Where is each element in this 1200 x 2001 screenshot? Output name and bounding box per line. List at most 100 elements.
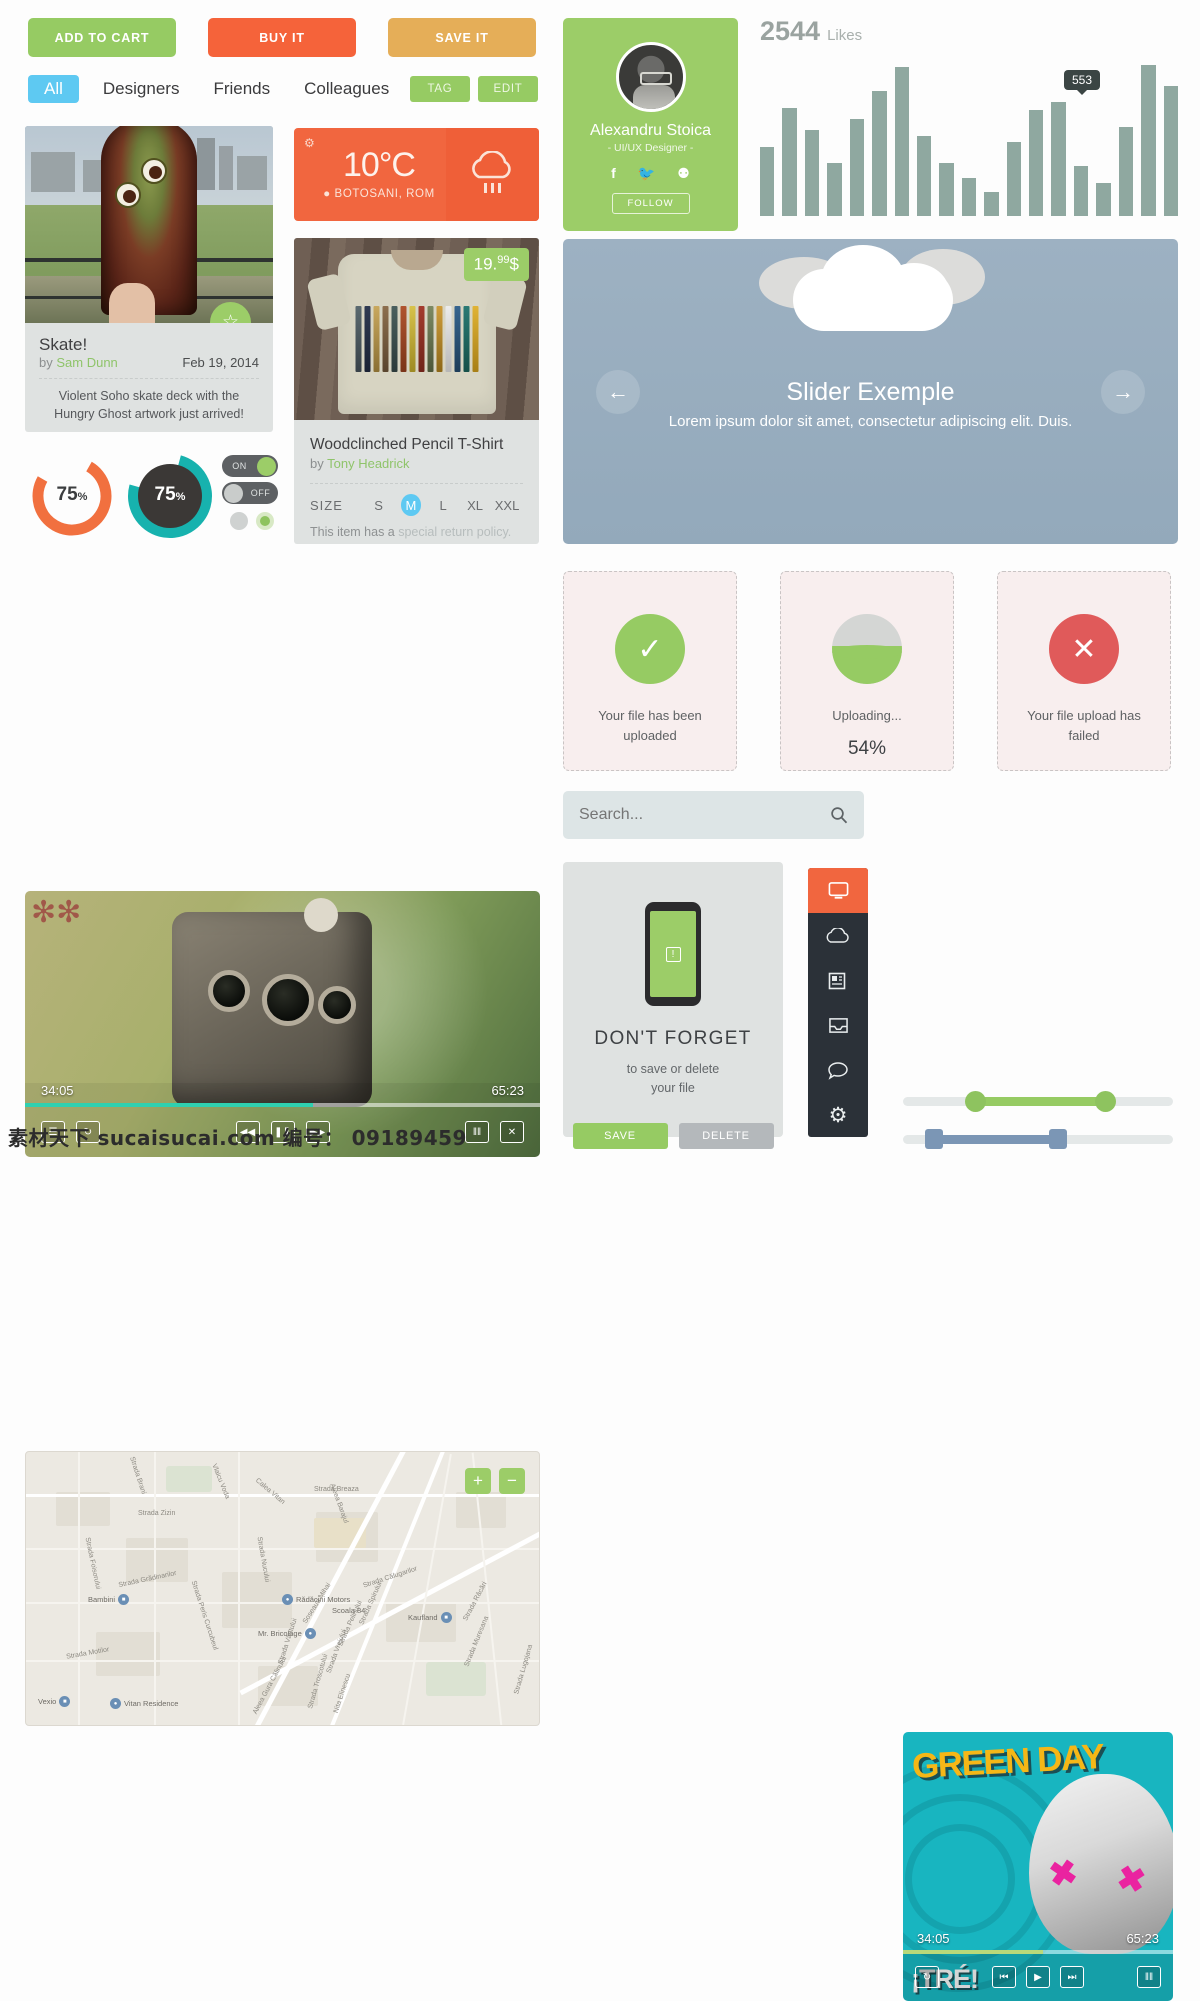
previous-icon[interactable]: ⏮	[992, 1966, 1016, 1988]
twitter-icon[interactable]: 🐦	[638, 165, 655, 182]
arrow-right-icon[interactable]: →	[1101, 369, 1145, 414]
range-knob-green-start[interactable]	[965, 1091, 987, 1112]
nav-item-cloud[interactable]	[808, 913, 868, 958]
nav-item-settings[interactable]: ⚙	[808, 1093, 868, 1137]
map-label: Strada Peris Curcubeul	[189, 1580, 219, 1651]
tab-designers[interactable]: Designers	[93, 75, 190, 103]
add-to-cart-button[interactable]: ADD TO CART	[28, 18, 176, 57]
gear-icon[interactable]: ⚙	[304, 136, 315, 150]
size-m[interactable]: M	[400, 494, 422, 516]
slider-banner[interactable]: Slider Exemple Lorem ipsum dolor sit ame…	[563, 239, 1178, 544]
next-icon[interactable]: ⏭	[1060, 1966, 1084, 1988]
poi-pin-icon: ■	[118, 1594, 130, 1605]
map-label: Strada Brani	[128, 1455, 147, 1496]
skate-description: Violent Soho skate deck with the Hungry …	[54, 389, 244, 422]
weather-widget[interactable]: ⚙ 10°C ● BOTOSANI, ROM	[294, 128, 539, 221]
equalizer-icon[interactable]: ‖‖	[465, 1121, 489, 1143]
toggle-on[interactable]: ON	[222, 455, 278, 477]
range-slider-blue[interactable]	[903, 1129, 1173, 1149]
toggle-on-label: ON	[232, 461, 247, 471]
toggle-off[interactable]: OFF	[222, 482, 278, 504]
size-xl[interactable]: XL	[459, 498, 491, 513]
map-label: Nita Elinescu	[332, 1672, 353, 1715]
map-widget[interactable]: Strada Breaza Strada Zizin Strada Brani …	[25, 1451, 540, 1726]
delete-button[interactable]: DELETE	[678, 1122, 774, 1149]
size-l[interactable]: L	[427, 498, 459, 513]
save-it-button[interactable]: SAVE IT	[388, 18, 536, 57]
equalizer-icon[interactable]: ‖‖	[1137, 1966, 1161, 1988]
chart-bar[interactable]	[782, 107, 797, 216]
size-xxl[interactable]: XXL	[491, 498, 523, 513]
close-icon[interactable]: ✕	[500, 1121, 524, 1143]
add-to-cart-label: ADD TO CART	[54, 30, 150, 45]
repeat-icon[interactable]: ↻	[915, 1966, 939, 1988]
search-bar[interactable]	[563, 791, 864, 839]
play-icon[interactable]: ▶	[1026, 1966, 1050, 1988]
tab-colleagues[interactable]: Colleagues	[294, 75, 399, 103]
range-slider-green[interactable]	[903, 1091, 1173, 1112]
tshirt-card[interactable]: 19.99$ Woodclinched Pencil T-Shirt by To…	[294, 238, 539, 544]
chart-bar[interactable]	[872, 90, 887, 216]
tag-button[interactable]: TAG	[410, 76, 470, 102]
return-policy-link[interactable]: special return policy.	[398, 525, 511, 539]
profile-card: Alexandru Stoica - UI/UX Designer - f 🐦 …	[563, 18, 738, 231]
map-zoom-in-button[interactable]: +	[465, 1468, 491, 1494]
size-s[interactable]: S	[363, 498, 395, 513]
range-knob-blue-end[interactable]	[1048, 1129, 1067, 1149]
chart-bar[interactable]	[1006, 141, 1022, 216]
chart-bar[interactable]	[916, 136, 932, 216]
chart-bar[interactable]	[1073, 166, 1089, 216]
size-selector[interactable]: SIZE S M L XL XXL	[310, 494, 523, 516]
chart-bar[interactable]	[804, 129, 820, 216]
size-label: SIZE	[310, 497, 343, 513]
arrow-left-icon[interactable]: ←	[596, 369, 640, 414]
chart-bar[interactable]	[1096, 182, 1111, 216]
skate-author: by Sam Dunn	[39, 355, 118, 370]
price-tag: 19.99$	[463, 248, 529, 281]
author-name[interactable]: Sam Dunn	[56, 355, 117, 370]
chart-bar[interactable]	[1118, 127, 1134, 216]
news-icon	[828, 972, 846, 989]
skate-card[interactable]: ☆ Skate! by Sam Dunn Feb 19, 2014 Violen…	[25, 126, 273, 432]
nav-item-inbox[interactable]	[808, 1003, 868, 1048]
dribbble-icon[interactable]: ⚉	[677, 165, 690, 182]
tab-friends[interactable]: Friends	[203, 75, 280, 103]
tab-all-label: All	[44, 79, 63, 98]
chart-bar[interactable]	[1163, 86, 1179, 216]
tab-all[interactable]: All	[28, 75, 79, 103]
nav-item-monitor[interactable]	[808, 868, 868, 913]
toggle-off-knob[interactable]	[224, 483, 243, 503]
chart-bar[interactable]	[1141, 65, 1156, 216]
chart-bar[interactable]	[1029, 109, 1044, 216]
facebook-icon[interactable]: f	[611, 165, 616, 182]
follow-button[interactable]: FOLLOW	[611, 193, 690, 214]
foliage-decor: ✻✻	[31, 896, 82, 929]
chart-bar[interactable]	[984, 191, 999, 216]
map-zoom-out-button[interactable]: −	[499, 1468, 525, 1494]
radio-unselected[interactable]	[230, 512, 248, 530]
chart-bar[interactable]	[1051, 101, 1066, 216]
alert-icon: !	[665, 946, 681, 962]
music-player[interactable]: GREEN DAY ✖ ✖ ¡TRÉ! 34:05 65:23 ↻ ⏮ ▶ ⏭ …	[903, 1732, 1173, 2001]
range-knob-blue-start[interactable]	[924, 1129, 943, 1149]
tshirt-author-name[interactable]: Tony Headrick	[327, 456, 409, 471]
video-player[interactable]: ✻✻ 34:05 65:23 ☰ ↻ ◀◀ ❚❚ ▶▶ ‖‖ ✕	[25, 891, 540, 1157]
tshirt-author: by Tony Headrick	[310, 456, 410, 471]
radio-selected[interactable]	[256, 512, 274, 530]
search-icon[interactable]	[830, 806, 848, 824]
search-input[interactable]	[579, 806, 830, 824]
chart-bar[interactable]	[849, 118, 865, 216]
nav-item-chat[interactable]	[808, 1048, 868, 1093]
range-knob-green-end[interactable]	[1094, 1091, 1116, 1112]
buy-it-button[interactable]: BUY IT	[208, 18, 356, 57]
likes-word: Likes	[827, 27, 863, 44]
chart-bar[interactable]	[961, 178, 977, 216]
chart-bar[interactable]	[939, 162, 954, 216]
save-button[interactable]: SAVE	[572, 1122, 668, 1149]
chart-bar[interactable]	[760, 147, 775, 216]
chart-bar[interactable]	[894, 66, 909, 216]
nav-item-news[interactable]	[808, 958, 868, 1003]
chart-bar[interactable]	[827, 162, 842, 216]
toggle-on-knob[interactable]	[257, 456, 276, 476]
edit-button[interactable]: EDIT	[478, 76, 538, 102]
